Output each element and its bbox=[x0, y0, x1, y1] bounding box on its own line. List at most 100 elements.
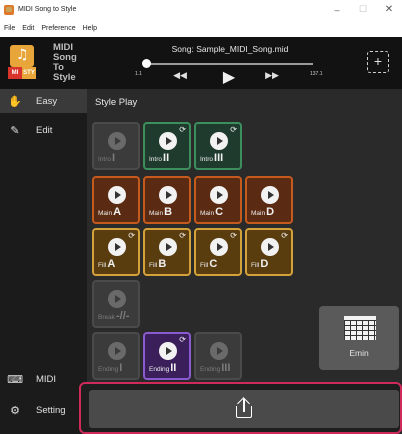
pad-name: Fill bbox=[149, 262, 158, 269]
style-pad-ending-ii[interactable]: ⟳ EndingII bbox=[143, 332, 191, 380]
pad-label: EndingI bbox=[98, 362, 122, 374]
sidebar-item-edit[interactable]: ✎ Edit bbox=[8, 118, 82, 142]
play-icon bbox=[108, 238, 126, 256]
song-label: Song: Sample_MIDI_Song.mid bbox=[171, 44, 289, 54]
pad-variation: I bbox=[112, 152, 116, 164]
style-pad-main-d[interactable]: MainD bbox=[245, 176, 293, 224]
sidebar-item-easy[interactable]: ✋ Easy bbox=[0, 89, 87, 113]
time-start: 1.1 bbox=[135, 71, 142, 77]
pad-name: Fill bbox=[98, 262, 107, 269]
share-button[interactable] bbox=[89, 390, 399, 428]
pad-label: MainC bbox=[200, 206, 223, 218]
sidebar-item-label: Setting bbox=[36, 404, 66, 416]
pad-label: IntroI bbox=[98, 152, 115, 164]
pad-variation: B bbox=[164, 206, 173, 218]
pad-label: EndingII bbox=[149, 362, 176, 374]
app-icon bbox=[4, 4, 14, 15]
pad-label: MainD bbox=[251, 206, 274, 218]
song-progress-track[interactable] bbox=[146, 63, 313, 65]
style-pad-break-[interactable]: Break-//- bbox=[92, 280, 140, 328]
fast-forward-button[interactable]: ▶▶ bbox=[262, 70, 282, 82]
minimize-button[interactable]: – bbox=[324, 0, 350, 19]
play-icon bbox=[108, 186, 126, 204]
menu-file[interactable]: File bbox=[4, 25, 15, 32]
gear-icon: ⚙ bbox=[10, 403, 20, 417]
hand-icon: ✋ bbox=[8, 94, 22, 108]
style-pad-fill-b[interactable]: ⟳ FillB bbox=[143, 228, 191, 276]
style-pad-intro-ii[interactable]: ⟳ IntroII bbox=[143, 122, 191, 170]
share-export-icon bbox=[235, 397, 253, 418]
pad-variation: C bbox=[209, 258, 218, 270]
pad-name: Main bbox=[98, 210, 113, 217]
play-icon: ▶ bbox=[222, 66, 236, 86]
music-note-icon bbox=[10, 45, 34, 67]
pad-variation: D bbox=[260, 258, 269, 270]
pad-label: Break-//- bbox=[98, 310, 129, 322]
play-icon bbox=[159, 186, 177, 204]
play-icon bbox=[261, 238, 279, 256]
pad-variation: A bbox=[107, 258, 116, 270]
add-button[interactable]: + bbox=[367, 51, 389, 73]
pad-label: FillA bbox=[98, 258, 115, 270]
play-icon bbox=[159, 238, 177, 256]
pad-variation: I bbox=[119, 362, 123, 374]
rewind-button[interactable]: ◀◀ bbox=[170, 70, 190, 82]
sidebar: ✋ Easy ✎ Edit ⌨ MIDI ⚙ Setting bbox=[0, 89, 87, 434]
pad-label: MainB bbox=[149, 206, 172, 218]
pad-name: Break bbox=[98, 314, 115, 321]
style-pad-main-c[interactable]: MainC bbox=[194, 176, 242, 224]
style-pad-fill-c[interactable]: ⟳ FillC bbox=[194, 228, 242, 276]
pad-name: Ending bbox=[98, 366, 119, 373]
chord-display[interactable]: Emin bbox=[319, 306, 399, 370]
play-icon bbox=[210, 342, 228, 360]
window-title: MIDI Song to Style bbox=[18, 6, 77, 13]
pad-name: Main bbox=[149, 210, 164, 217]
pad-variation: B bbox=[158, 258, 167, 270]
maximize-button[interactable]: ☐ bbox=[350, 0, 376, 19]
style-pad-fill-a[interactable]: ⟳ FillA bbox=[92, 228, 140, 276]
sidebar-item-midi[interactable]: ⌨ MIDI bbox=[7, 367, 82, 391]
bottom-bar bbox=[79, 382, 402, 434]
menu-preference[interactable]: Preference bbox=[41, 25, 75, 32]
pad-variation: A bbox=[113, 206, 122, 218]
play-icon bbox=[210, 132, 228, 150]
play-icon bbox=[210, 238, 228, 256]
menu-edit[interactable]: Edit bbox=[22, 25, 34, 32]
pad-name: Main bbox=[251, 210, 266, 217]
loop-icon: ⟳ bbox=[128, 231, 135, 240]
style-pad-ending-iii[interactable]: EndingIII bbox=[194, 332, 242, 380]
app-title-line: Style bbox=[53, 72, 76, 83]
sidebar-item-setting[interactable]: ⚙ Setting bbox=[8, 398, 82, 422]
play-button[interactable]: ▶ bbox=[216, 66, 242, 86]
play-icon bbox=[210, 186, 228, 204]
style-pad-fill-d[interactable]: ⟳ FillD bbox=[245, 228, 293, 276]
logo-sty: STY bbox=[22, 67, 36, 79]
style-pad-main-a[interactable]: MainA bbox=[92, 176, 140, 224]
pad-label: MainA bbox=[98, 206, 121, 218]
style-pad-intro-i[interactable]: IntroI bbox=[92, 122, 140, 170]
app-title: MIDI Song To Style bbox=[53, 43, 83, 83]
play-icon bbox=[108, 342, 126, 360]
pad-name: Ending bbox=[149, 366, 170, 373]
style-pad-main-b[interactable]: MainB bbox=[143, 176, 191, 224]
pad-name: Fill bbox=[251, 262, 260, 269]
pad-label: FillC bbox=[200, 258, 217, 270]
app-logo: MI STY bbox=[8, 41, 38, 85]
section-title: Style Play bbox=[95, 97, 138, 108]
style-pad-intro-iii[interactable]: ⟳ IntroIII bbox=[194, 122, 242, 170]
song-progress-knob[interactable] bbox=[142, 59, 151, 68]
pad-variation: II bbox=[163, 152, 170, 164]
pad-variation: C bbox=[215, 206, 224, 218]
pad-label: FillB bbox=[149, 258, 166, 270]
menu-bar: File Edit Preference Help bbox=[0, 19, 402, 37]
play-icon bbox=[261, 186, 279, 204]
pad-label: EndingIII bbox=[200, 362, 230, 374]
pad-variation: II bbox=[170, 362, 177, 374]
close-button[interactable]: ✕ bbox=[376, 0, 402, 19]
play-icon bbox=[159, 342, 177, 360]
pad-variation: III bbox=[214, 152, 224, 164]
sidebar-item-label: Edit bbox=[36, 124, 53, 136]
style-pad-ending-i[interactable]: EndingI bbox=[92, 332, 140, 380]
menu-help[interactable]: Help bbox=[83, 25, 97, 32]
pad-variation: D bbox=[266, 206, 275, 218]
